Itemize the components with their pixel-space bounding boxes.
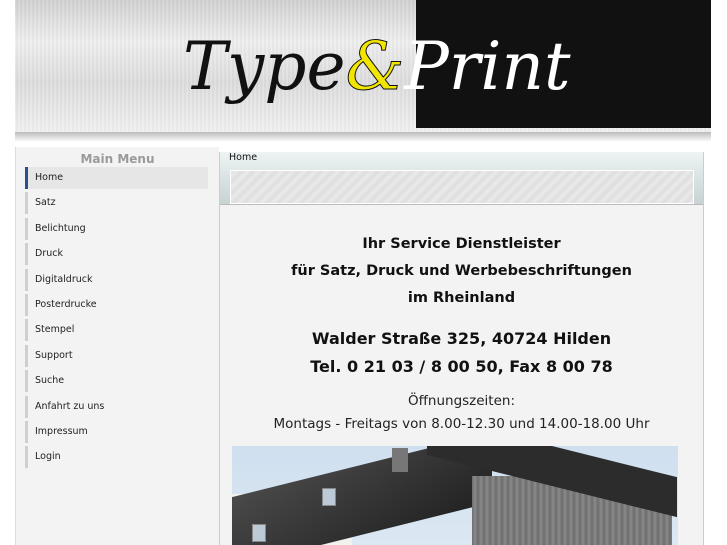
logo-type: Type [183, 28, 346, 105]
breadcrumb-panel [230, 170, 694, 204]
menu-item-druck[interactable]: Druck [25, 243, 208, 266]
logo-ampersand: & [345, 28, 405, 106]
menu-item-anfahrt[interactable]: Anfahrt zu uns [25, 395, 208, 418]
tagline-line1: Ihr Service Dienstleister [362, 236, 561, 252]
photo-window [252, 524, 266, 542]
opening-hours-label: Öffnungszeiten: [407, 393, 516, 409]
menu-item-belichtung[interactable]: Belichtung [25, 217, 208, 240]
breadcrumb-home[interactable]: Home [229, 152, 257, 163]
menu-item-home[interactable]: Home [25, 167, 208, 189]
menu-item-login[interactable]: Login [25, 446, 208, 469]
sidebar: Main Menu Home Satz Belichtung Druck Dig… [15, 147, 219, 545]
site-header: Type&Print [15, 0, 711, 137]
logo-print: Print [404, 28, 571, 105]
breadcrumb-bar: Home [220, 152, 703, 205]
phone-fax: Tel. 0 21 03 / 8 00 50, Fax 8 00 78 [310, 357, 613, 376]
building-photo [232, 446, 678, 545]
photo-window [322, 488, 336, 506]
menu-item-support[interactable]: Support [25, 344, 208, 367]
address: Walder Straße 325, 40724 Hilden [311, 329, 612, 348]
menu-item-posterdrucke[interactable]: Posterdrucke [25, 293, 208, 316]
main-menu-title: Main Menu [80, 152, 155, 166]
menu-item-suche[interactable]: Suche [25, 370, 208, 393]
menu-item-impressum[interactable]: Impressum [25, 420, 208, 443]
menu-item-digitaldruck[interactable]: Digitaldruck [25, 268, 208, 291]
tagline-line3: im Rheinland [407, 290, 516, 306]
logo[interactable]: Type&Print [183, 22, 570, 112]
tagline-line2: für Satz, Druck und Werbebeschriftungen [291, 263, 632, 279]
main-menu: Home Satz Belichtung Druck Digitaldruck … [25, 167, 208, 472]
header-shadow [15, 132, 711, 142]
opening-hours: Montags - Freitags von 8.00-12.30 und 14… [273, 416, 650, 432]
photo-chimney [392, 448, 408, 472]
menu-item-stempel[interactable]: Stempel [25, 319, 208, 342]
menu-item-satz[interactable]: Satz [25, 192, 208, 215]
main-content: Home Ihr Service Dienstleister für Satz,… [219, 152, 704, 545]
